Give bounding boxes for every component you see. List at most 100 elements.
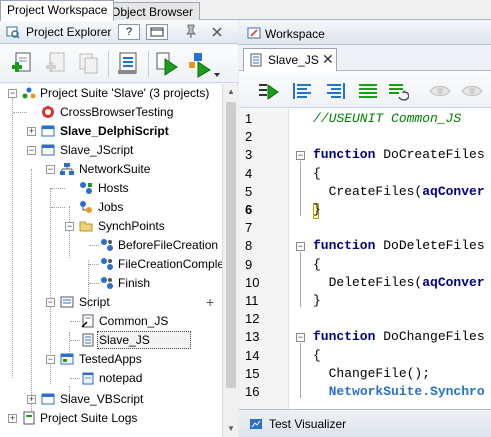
code-line[interactable]: DeleteFiles(aqConver bbox=[313, 275, 485, 290]
toggle-visibility-icon[interactable] bbox=[429, 80, 451, 102]
project-explorer-title: Project Explorer bbox=[26, 25, 112, 39]
show-hidden-icon[interactable] bbox=[461, 80, 483, 102]
tree-node-networksuite[interactable]: − NetworkSuite bbox=[0, 160, 222, 178]
code-line[interactable]: function DoChangeFiles bbox=[313, 329, 485, 344]
code-line[interactable]: } bbox=[313, 202, 321, 217]
collapse-toggle[interactable]: − bbox=[46, 165, 55, 174]
workspace-icon bbox=[247, 27, 261, 39]
add-new-item-icon[interactable] bbox=[10, 50, 36, 78]
run-project-icon[interactable] bbox=[154, 50, 180, 78]
tree-node-crossbrowsertesting[interactable]: CrossBrowserTesting bbox=[0, 103, 222, 121]
project-properties-icon[interactable] bbox=[116, 50, 142, 78]
project-tree: − Project Suite 'Slave' (3 projects) Cro… bbox=[0, 84, 222, 437]
tree-node-script[interactable]: − Script + bbox=[0, 293, 222, 311]
tab-project-workspace[interactable]: Project Workspace bbox=[0, 0, 115, 21]
tree-node-slave-js[interactable]: Slave_JS bbox=[0, 331, 222, 349]
tree-label: BeforeFileCreation bbox=[118, 238, 219, 252]
run-routine-icon[interactable] bbox=[257, 80, 279, 102]
line-number: 1 bbox=[245, 111, 253, 126]
close-icon[interactable] bbox=[210, 24, 224, 40]
tree-label: FileCreationComplete bbox=[118, 257, 222, 271]
add-item-button[interactable]: + bbox=[206, 293, 214, 311]
test-visualizer-bar[interactable]: Test Visualizer bbox=[239, 409, 491, 437]
tree-node-project-suite-logs[interactable]: + Project Suite Logs bbox=[0, 409, 222, 427]
logs-icon bbox=[23, 411, 35, 425]
tree-node-slave-jscript[interactable]: − Slave_JScript bbox=[0, 141, 222, 159]
tree-label: NetworkSuite bbox=[79, 162, 151, 176]
collapse-toggle[interactable]: − bbox=[27, 146, 36, 155]
code-line[interactable]: function DoDeleteFiles bbox=[313, 238, 485, 253]
fold-toggle[interactable]: − bbox=[296, 333, 305, 343]
scroll-thumb[interactable] bbox=[226, 102, 236, 388]
line-number: 14 bbox=[245, 347, 260, 363]
tree-node-jobs[interactable]: Jobs bbox=[0, 198, 222, 216]
toolbar-separator bbox=[108, 51, 109, 77]
tree-node-beforefilecreation[interactable]: BeforeFileCreation bbox=[0, 236, 222, 254]
project-suite-icon bbox=[22, 87, 36, 99]
synch-point-icon bbox=[101, 258, 113, 270]
tree-scrollbar[interactable]: ▲ ▼ bbox=[222, 84, 238, 437]
folder-icon bbox=[79, 221, 93, 232]
tree-node-slave-delphiscript[interactable]: + Slave_DelphiScript bbox=[0, 122, 222, 140]
code-line[interactable]: ChangeFile(); bbox=[313, 366, 430, 381]
window-menu-button[interactable] bbox=[146, 24, 168, 40]
tree-node-notepad[interactable]: notepad bbox=[0, 369, 222, 387]
line-number: 10 bbox=[245, 274, 260, 290]
close-tab-icon[interactable]: ✕ bbox=[322, 51, 334, 68]
expand-toggle[interactable]: + bbox=[27, 395, 36, 404]
scroll-down-icon[interactable]: ▼ bbox=[223, 421, 239, 437]
collapse-toggle[interactable]: − bbox=[65, 222, 74, 231]
add-existing-item-icon[interactable] bbox=[44, 50, 70, 78]
fold-toggle[interactable]: − bbox=[296, 242, 305, 252]
chevron-down-icon[interactable] bbox=[214, 73, 220, 77]
tree-label: Script bbox=[79, 295, 110, 309]
expand-toggle[interactable]: + bbox=[27, 127, 36, 136]
run-suite-icon[interactable] bbox=[186, 50, 212, 78]
code-line[interactable]: //USEUNIT Common_JS bbox=[313, 111, 461, 126]
outdent-icon[interactable] bbox=[291, 80, 313, 102]
tree-node-testedapps[interactable]: − TestedApps bbox=[0, 350, 222, 368]
line-number: 7 bbox=[245, 220, 253, 236]
toolbar-separator bbox=[148, 51, 149, 77]
code-line[interactable]: { bbox=[313, 166, 321, 181]
scroll-up-icon[interactable]: ▲ bbox=[223, 84, 239, 100]
tree-label: Jobs bbox=[98, 200, 124, 214]
tree-node-finish[interactable]: Finish bbox=[0, 274, 222, 292]
tree-node-slave-vbscript[interactable]: + Slave_VBScript bbox=[0, 390, 222, 408]
tree-node-filecreationcomplete[interactable]: FileCreationComplete bbox=[0, 255, 222, 273]
tree-node-common-js[interactable]: Common_JS bbox=[0, 312, 222, 330]
collapse-toggle[interactable]: − bbox=[46, 298, 55, 307]
tree-node-hosts[interactable]: Hosts bbox=[0, 179, 222, 197]
window-icon bbox=[150, 27, 164, 37]
explorer-toolbar bbox=[0, 45, 238, 83]
help-button[interactable]: ? bbox=[118, 24, 140, 40]
code-line[interactable]: { bbox=[313, 257, 321, 272]
tab-slave-js[interactable]: Slave_JS ✕ bbox=[243, 48, 337, 71]
tab-label: Slave_JS bbox=[268, 53, 319, 67]
tree-label: Slave_VBScript bbox=[60, 392, 144, 406]
code-line[interactable]: } bbox=[313, 293, 321, 308]
tree-node-synchpoints[interactable]: − SynchPoints bbox=[0, 217, 222, 235]
line-number: 2 bbox=[245, 129, 253, 145]
code-line[interactable]: function DoCreateFiles bbox=[313, 147, 485, 162]
copy-item-icon[interactable] bbox=[76, 50, 102, 78]
line-number: 13 bbox=[245, 329, 260, 345]
code-line[interactable]: NetworkSuite.Synchro bbox=[313, 384, 485, 399]
tree-label: Hosts bbox=[98, 181, 129, 195]
comment-block-icon[interactable] bbox=[357, 80, 379, 102]
code-editor[interactable]: 1 //USEUNIT Common_JS 2 3 function DoCreateF… bbox=[239, 109, 491, 409]
tree-node-project-suite[interactable]: − Project Suite 'Slave' (3 projects) bbox=[0, 84, 222, 102]
code-line[interactable]: { bbox=[313, 348, 321, 363]
script-unit-icon bbox=[250, 53, 262, 67]
uncomment-block-icon[interactable] bbox=[387, 80, 409, 102]
collapse-toggle[interactable]: − bbox=[46, 355, 55, 364]
workspace-header: Workspace bbox=[239, 20, 491, 45]
synch-point-icon bbox=[101, 239, 113, 251]
pin-icon[interactable] bbox=[184, 24, 198, 40]
collapse-toggle[interactable]: − bbox=[8, 89, 17, 98]
expand-toggle[interactable]: + bbox=[8, 414, 17, 423]
code-line[interactable]: CreateFiles(aqConver bbox=[313, 184, 485, 199]
indent-icon[interactable] bbox=[325, 80, 347, 102]
fold-toggle[interactable]: − bbox=[296, 151, 305, 161]
tab-object-browser[interactable]: Object Browser bbox=[104, 2, 201, 20]
